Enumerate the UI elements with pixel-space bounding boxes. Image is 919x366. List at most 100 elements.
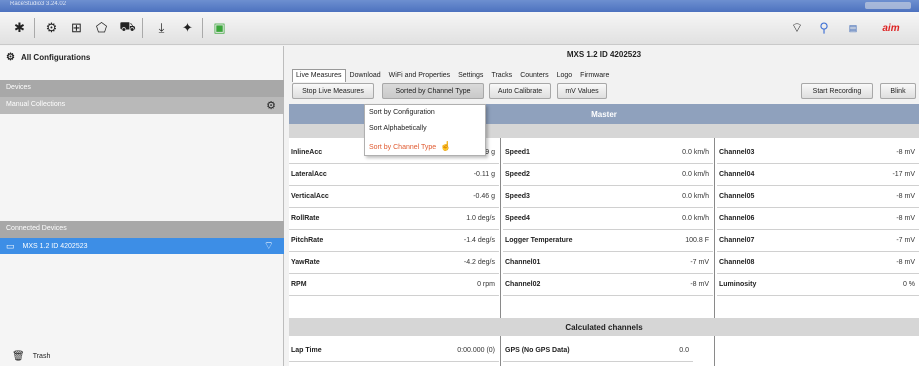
channel-name: Logger Temperature (505, 237, 573, 244)
wifi-icon: ⌔ (263, 240, 274, 252)
channel-row: Speed2 0.0 km/h (503, 164, 713, 186)
channel-value: 0 % (902, 281, 915, 288)
trash-item[interactable]: 🗑 Trash (12, 351, 50, 362)
channel-name: Channel02 (505, 281, 541, 288)
tab-settings[interactable]: Settings (454, 69, 487, 82)
channel-value: -7 mV (690, 259, 709, 266)
menu-item-sort-by-channel-type[interactable]: Sort by Channel Type ☝ (369, 141, 451, 152)
channel-name: Speed4 (505, 215, 530, 222)
channel-name: Luminosity (719, 281, 757, 288)
tab-bar: Live Measures Download WiFi and Properti… (292, 69, 613, 82)
channel-row: Channel02 -8 mV (503, 274, 713, 296)
gear-icon[interactable]: ⚙ (266, 99, 276, 112)
channel-value: -4.2 deg/s (463, 259, 495, 266)
toolbar-divider (202, 18, 203, 38)
channel-value: -7 mV (896, 237, 915, 244)
menu-item-sort-alphabetically[interactable]: Sort Alphabetically (369, 125, 427, 132)
connected-device-row[interactable]: ▭ MXS 1.2 ID 4202523 ⌔ (0, 238, 284, 254)
channel-value: 0.0 km/h (682, 193, 709, 200)
channel-row: PitchRate -1.4 deg/s (289, 230, 499, 252)
channel-name: Channel03 (719, 149, 755, 156)
channel-row: Channel01 -7 mV (503, 252, 713, 274)
channel-value: 0.0 km/h (682, 171, 709, 178)
start-recording-button[interactable]: Start Recording (801, 83, 873, 99)
settings-plus-icon[interactable]: ✦ (176, 17, 199, 39)
tab-firmware[interactable]: Firmware (576, 69, 613, 82)
channel-name: PitchRate (291, 237, 324, 244)
menu-item-sort-by-configuration[interactable]: Sort by Configuration (369, 109, 435, 116)
all-configurations-label: All Configurations (20, 53, 91, 62)
channel-value: -17 mV (892, 171, 915, 178)
channel-value: 0:00.000 (0) (457, 347, 495, 354)
channel-name: VerticalAcc (291, 193, 329, 200)
channel-value: 0 rpm (477, 281, 495, 288)
auto-calibrate-button[interactable]: Auto Calibrate (489, 83, 551, 99)
channel-value: 0.0 (679, 347, 689, 354)
channel-name: LateralAcc (291, 171, 327, 178)
tab-tracks[interactable]: Tracks (487, 69, 516, 82)
channel-row: Speed4 0.0 km/h (503, 208, 713, 230)
channel-value: 0.0 km/h (682, 149, 709, 156)
channel-row: Channel05 -8 mV (717, 186, 919, 208)
configuration-icon[interactable]: ⚙ (40, 17, 63, 39)
channel-name: Speed2 (505, 171, 530, 178)
blink-button[interactable]: Blink (880, 83, 916, 99)
manual-collections-label: Manual Collections (6, 101, 66, 108)
connected-devices-header[interactable]: Connected Devices (0, 221, 284, 238)
channel-row: Channel08 -8 mV (717, 252, 919, 274)
channel-value: -8 mV (896, 259, 915, 266)
pointer-cursor-icon: ☝ (440, 141, 452, 151)
channel-row: RPM 0 rpm (289, 274, 499, 296)
channel-name: Speed3 (505, 193, 530, 200)
tab-download[interactable]: Download (346, 69, 385, 82)
window-title: RaceStudio3 3.24.02 (10, 1, 67, 7)
main-panel: MXS 1.2 ID 4202523 Live Measures Downloa… (289, 46, 919, 366)
gear-icon: ⚙ (6, 52, 15, 63)
window-controls[interactable] (865, 2, 911, 9)
tab-live-measures[interactable]: Live Measures (292, 69, 346, 82)
channel-name: GPS (No GPS Data) (505, 347, 570, 354)
device-title: MXS 1.2 ID 4202523 (566, 50, 642, 59)
manual-collections-row[interactable]: Manual Collections ⚙ (0, 97, 284, 114)
channel-name: Channel07 (719, 237, 755, 244)
channel-value: -1.4 deg/s (463, 237, 495, 244)
tab-counters[interactable]: Counters (516, 69, 552, 82)
trash-label: Trash (32, 353, 51, 360)
tab-logo[interactable]: Logo (553, 69, 577, 82)
all-configurations[interactable]: ⚙ All Configurations (6, 52, 90, 63)
wifi-icon[interactable]: ⌔ (786, 18, 808, 38)
channel-value: 1.0 deg/s (466, 215, 495, 222)
network-icon[interactable]: ⚲ (813, 18, 835, 38)
channel-row: RollRate 1.0 deg/s (289, 208, 499, 230)
channel-row: Channel03 -8 mV (717, 142, 919, 164)
device-icon[interactable]: ▣ (208, 17, 231, 39)
devices-header[interactable]: Devices (0, 80, 284, 97)
grid-icon[interactable]: ⊞ (65, 17, 88, 39)
mv-values-button[interactable]: mV Values (557, 83, 607, 99)
tab-wifi-properties[interactable]: WiFi and Properties (385, 69, 454, 82)
calculated-channels-header: Calculated channels (289, 318, 919, 336)
tools-icon[interactable]: ✱ (8, 17, 31, 39)
track-icon[interactable]: ⬠ (90, 17, 113, 39)
channel-value: -8 mV (690, 281, 709, 288)
channel-value: -8 mV (896, 215, 915, 222)
column-divider (500, 138, 501, 318)
stop-live-measures-button[interactable]: Stop Live Measures (292, 83, 374, 99)
left-panel: ⚙ All Configurations Devices Manual Coll… (0, 46, 284, 366)
sort-dropdown-button[interactable]: Sorted by Channel Type (382, 83, 484, 99)
channel-row: Channel07 -7 mV (717, 230, 919, 252)
car-icon[interactable]: ⛟ (116, 17, 139, 39)
ecu-icon[interactable]: ▤ (842, 18, 864, 38)
channel-row: YawRate -4.2 deg/s (289, 252, 499, 274)
connected-device-label: MXS 1.2 ID 4202523 (22, 242, 88, 250)
trash-icon: 🗑 (12, 351, 25, 362)
channel-value: -0.11 g (473, 171, 495, 178)
channel-name: Channel01 (505, 259, 541, 266)
device-icon: ▭ (6, 240, 15, 251)
channel-name: Channel06 (719, 215, 755, 222)
menu-item-label: Sort by Channel Type (369, 144, 437, 151)
channel-row: Speed3 0.0 km/h (503, 186, 713, 208)
channel-value: 100.8 F (685, 237, 709, 244)
toolbar-divider (142, 18, 143, 38)
download-icon[interactable]: ⤓ (150, 17, 173, 39)
